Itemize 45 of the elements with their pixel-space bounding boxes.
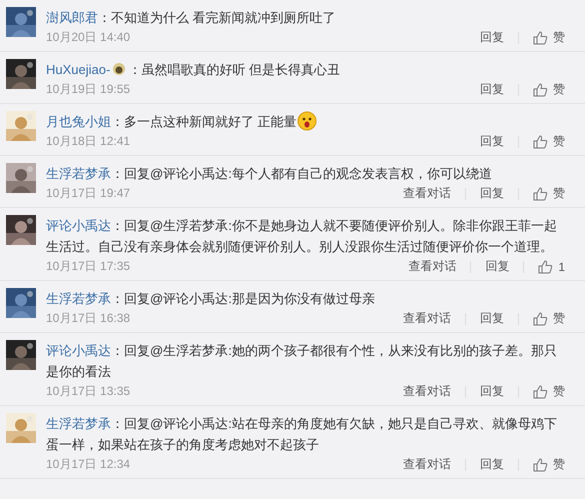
thumbs-up-icon [538,260,554,274]
like-button[interactable]: 赞 [533,185,565,202]
comment-time: 10月20日 14:40 [46,29,130,46]
comment-time: 10月17日 13:35 [46,383,130,400]
like-button[interactable]: 赞 [533,456,565,473]
like-button[interactable]: 赞 [533,133,565,150]
comment-text: 评论小禹达：回复@生浮若梦承:她的两个孩子都很有个性，从来没有比别的孩子差。那只是你的看法 [46,342,558,381]
comment-text: 月也兔小姐：多一点这种新闻就好了 正能量 [46,111,565,132]
comment-time: 10月17日 16:38 [46,310,130,327]
thumbs-up-icon [533,186,548,200]
comment-text: 生浮若梦承：回复@评论小禹达:那是因为你没有做过母亲 [46,290,376,308]
action-link[interactable]: 回复 [480,456,504,473]
action-link[interactable]: 回复 [480,81,504,98]
like-button[interactable]: 赞 [533,29,565,46]
action-link[interactable]: 回复 [480,29,504,46]
action-link[interactable]: 回复 [480,383,504,400]
action-link[interactable]: 查看对话 [408,258,456,275]
comment-time: 10月17日 17:35 [46,258,130,275]
action-link[interactable]: 查看对话 [403,456,451,473]
like-button[interactable]: 1 [538,260,565,274]
comment-text: 评论小禹达：回复@生浮若梦承:你不是她身边人就不要随便评价别人。除非你跟王菲一起生活过。自己没有亲身体会就别随便评价别人。别人没跟你生活过随便评价你一个道理。 [46,217,558,256]
like-button[interactable]: 赞 [533,383,565,400]
action-link[interactable]: 查看对话 [403,310,451,327]
action-link[interactable]: 回复 [485,258,510,275]
thumbs-up-icon [533,312,548,326]
thumbs-up-icon [533,30,548,44]
action-link[interactable]: 回复 [480,310,504,327]
comment-time: 10月18日 12:41 [46,133,130,150]
thumbs-up-icon [533,384,548,398]
comment-time: 10月17日 19:47 [46,185,130,202]
comment-text: 生浮若梦承：回复@评论小禹达:站在母亲的角度她有欠缺，她只是自己寻欢、就像母鸡下蛋一样，如果站在孩子的角度考虑她对不起孩子 [46,415,558,454]
thumbs-up-icon [533,134,548,148]
thumbs-up-icon [533,82,548,96]
action-link[interactable]: 查看对话 [403,185,451,202]
thumbs-up-icon [533,458,548,472]
action-link[interactable]: 回复 [480,133,504,150]
comment-text: 澍风郎君：不知道为什么 看完新闻就冲到厕所吐了 [46,9,337,27]
comment-text: HuXuejiao- ：虽然唱歌真的好听 但是长得真心丑 [46,61,341,79]
action-link[interactable]: 回复 [480,185,504,202]
like-button[interactable]: 赞 [533,81,565,98]
comment-text: 生浮若梦承：回复@评论小禹达:每个人都有自己的观念发表言权，你可以绕道 [46,165,493,183]
comment-time: 10月19日 19:55 [46,81,130,98]
action-link[interactable]: 查看对话 [403,383,451,400]
like-button[interactable]: 赞 [533,310,565,327]
comment-time: 10月17日 12:34 [46,456,130,473]
